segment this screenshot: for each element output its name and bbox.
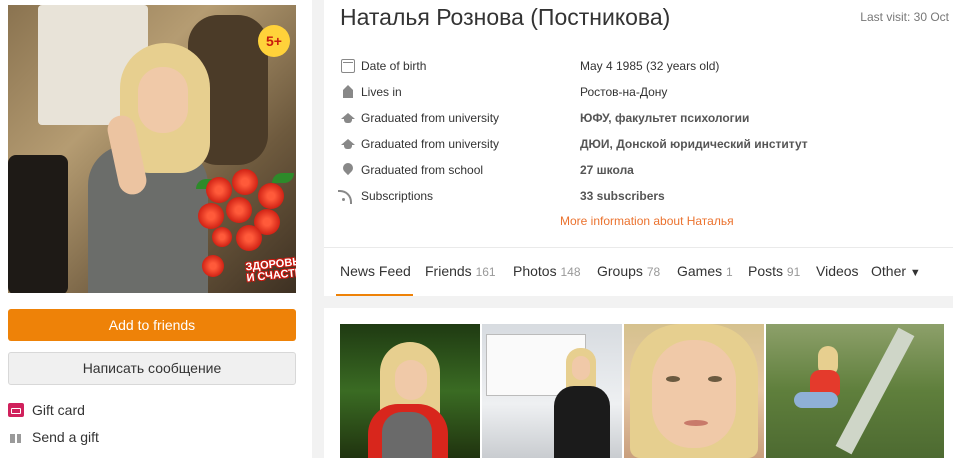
photo-figure-dress bbox=[382, 412, 432, 458]
flower bbox=[212, 227, 232, 247]
gift-card-icon bbox=[8, 403, 24, 417]
flower bbox=[226, 197, 252, 223]
info-row-university-1: Graduated from university ЮФУ, факультет… bbox=[341, 109, 941, 127]
info-label: Graduated from school bbox=[361, 163, 484, 177]
info-row-university-2: Graduated from university ДЮИ, Донской ю… bbox=[341, 135, 941, 153]
profile-tabs: News Feed Friends 161 Photos 148 Groups … bbox=[324, 247, 953, 296]
flower bbox=[232, 169, 258, 195]
tab-count: 78 bbox=[646, 265, 661, 279]
rss-icon bbox=[338, 189, 355, 204]
avatar-caption: ЗДОРОВЬЯ И СЧАСТЬЯ! bbox=[245, 255, 296, 284]
tab-label: Posts bbox=[748, 263, 784, 279]
info-label: Subscriptions bbox=[361, 189, 434, 203]
tab-games[interactable]: Games 1 bbox=[677, 248, 733, 296]
calendar-icon bbox=[341, 59, 355, 73]
more-info-link[interactable]: More information about Наталья bbox=[560, 214, 734, 228]
send-message-button[interactable]: Написать сообщение bbox=[8, 352, 296, 385]
photo-thumbnail[interactable] bbox=[482, 324, 622, 458]
tab-other[interactable]: Other ▼ bbox=[871, 248, 921, 296]
profile-name: Наталья Рознова (Постникова) bbox=[340, 4, 671, 30]
tab-news-feed[interactable]: News Feed bbox=[336, 248, 413, 296]
tab-count: 1 bbox=[726, 265, 733, 279]
graduation-cap-icon bbox=[341, 137, 355, 151]
photo-figure-jeans bbox=[794, 392, 838, 408]
gift-card-label: Gift card bbox=[32, 402, 85, 418]
tab-posts[interactable]: Posts 91 bbox=[748, 248, 800, 296]
strawberry bbox=[202, 255, 224, 277]
info-label: Graduated from university bbox=[361, 137, 500, 151]
tab-count: 91 bbox=[786, 265, 801, 279]
last-visit: Last visit: 30 Oct bbox=[860, 10, 949, 24]
flower bbox=[206, 177, 232, 203]
photo-eye bbox=[666, 376, 680, 382]
info-value: May 4 1985 (32 years old) bbox=[580, 59, 720, 73]
chevron-down-icon: ▼ bbox=[909, 267, 921, 279]
school-pin-icon bbox=[341, 163, 355, 177]
profile-avatar[interactable]: ЗДОРОВЬЯ И СЧАСТЬЯ! 5+ bbox=[8, 5, 296, 293]
house-icon bbox=[341, 85, 355, 99]
photo-figure-face bbox=[572, 356, 590, 380]
info-value-link[interactable]: 33 subscribers bbox=[580, 189, 665, 203]
tab-count: 148 bbox=[560, 265, 581, 279]
tab-videos[interactable]: Videos bbox=[816, 248, 859, 296]
avatar-face bbox=[138, 67, 188, 133]
photo-figure-face bbox=[652, 340, 736, 448]
graduation-cap-icon bbox=[341, 111, 355, 125]
send-gift-link[interactable]: Send a gift bbox=[8, 427, 99, 447]
add-to-friends-button[interactable]: Add to friends bbox=[8, 309, 296, 341]
photo-thumbnail[interactable] bbox=[766, 324, 944, 458]
flower bbox=[198, 203, 224, 229]
info-row-lives-in: Lives in Ростов-на-Дону bbox=[341, 83, 941, 101]
info-value-link[interactable]: ЮФУ, факультет психологии bbox=[580, 111, 749, 125]
info-value-link[interactable]: ДЮИ, Донской юридический институт bbox=[580, 137, 808, 151]
photo-eye bbox=[708, 376, 722, 382]
tab-groups[interactable]: Groups 78 bbox=[597, 248, 660, 296]
gift-icon bbox=[8, 430, 24, 444]
tab-count: 161 bbox=[475, 265, 496, 279]
gift-card-link[interactable]: Gift card bbox=[8, 400, 85, 420]
photos-panel bbox=[324, 308, 953, 458]
avatar-chair bbox=[8, 155, 68, 293]
rating-badge[interactable]: 5+ bbox=[258, 25, 290, 57]
info-label: Date of birth bbox=[361, 59, 427, 73]
photo-figure-face bbox=[395, 360, 427, 400]
flowers-sticker: ЗДОРОВЬЯ И СЧАСТЬЯ! bbox=[192, 169, 296, 289]
photo-thumbnail[interactable] bbox=[340, 324, 480, 458]
photo-stream bbox=[835, 327, 915, 455]
tab-label: Photos bbox=[513, 263, 557, 279]
info-label: Lives in bbox=[361, 85, 402, 99]
tab-label: Friends bbox=[425, 263, 472, 279]
left-column: ЗДОРОВЬЯ И СЧАСТЬЯ! 5+ Add to friends На… bbox=[0, 0, 312, 458]
tab-label: News Feed bbox=[340, 263, 411, 279]
info-value-link[interactable]: 27 школа bbox=[580, 163, 634, 177]
tab-label: Games bbox=[677, 263, 723, 279]
flower bbox=[258, 183, 284, 209]
tab-label: Other bbox=[871, 263, 907, 279]
info-label: Graduated from university bbox=[361, 111, 500, 125]
send-gift-label: Send a gift bbox=[32, 429, 99, 445]
flower bbox=[236, 225, 262, 251]
info-row-birth: Date of birth May 4 1985 (32 years old) bbox=[341, 57, 941, 75]
info-value-link[interactable]: Ростов-на-Дону bbox=[580, 85, 667, 99]
photo-mouth bbox=[684, 420, 708, 426]
info-row-subscriptions: Subscriptions 33 subscribers bbox=[338, 187, 941, 205]
photo-figure-dress bbox=[554, 386, 610, 458]
info-row-school: Graduated from school 27 школа bbox=[341, 161, 941, 179]
tab-friends[interactable]: Friends 161 bbox=[425, 248, 496, 296]
photo-thumbnail[interactable] bbox=[624, 324, 764, 458]
tab-label: Videos bbox=[816, 263, 859, 279]
tab-label: Groups bbox=[597, 263, 643, 279]
leaf bbox=[272, 173, 294, 183]
tab-photos[interactable]: Photos 148 bbox=[513, 248, 581, 296]
